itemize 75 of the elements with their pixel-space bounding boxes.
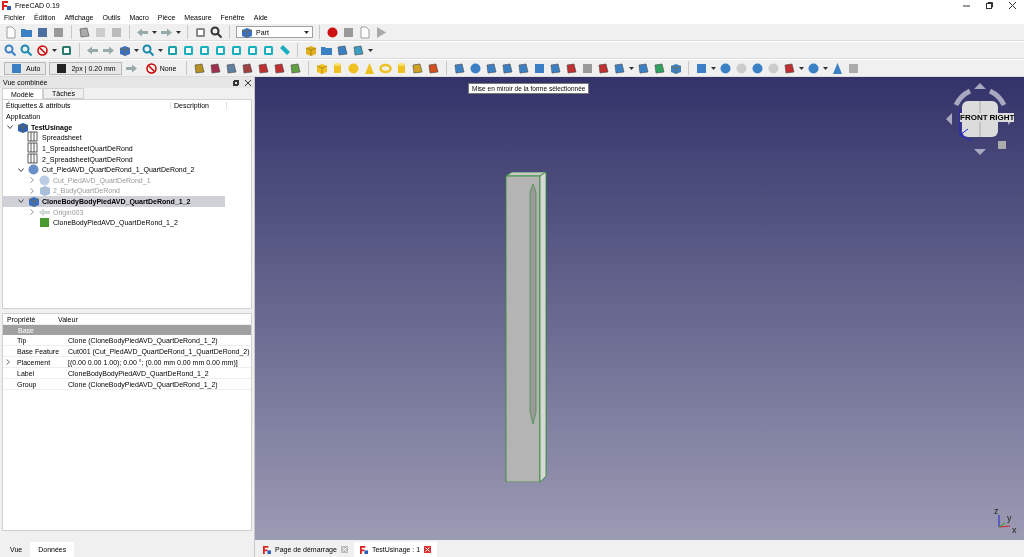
shape-icon[interactable] [289, 61, 303, 75]
app-logo-icon [2, 1, 11, 10]
sphere-icon[interactable] [807, 61, 821, 75]
shape-icon[interactable] [427, 61, 441, 75]
cube-icon[interactable] [304, 43, 317, 57]
minimize-icon[interactable] [963, 2, 970, 9]
caret-icon[interactable] [304, 29, 309, 35]
wire-cube-icon[interactable] [246, 43, 259, 57]
shape-icon[interactable] [565, 61, 579, 75]
shape-icon[interactable] [613, 61, 627, 75]
shape-icon[interactable] [336, 43, 349, 57]
cube-icon[interactable] [240, 25, 253, 39]
wire-cube-icon[interactable] [230, 43, 243, 57]
shape-icon[interactable] [549, 61, 563, 75]
cube-icon[interactable] [669, 61, 683, 75]
app-logo-icon [359, 545, 368, 554]
cube-icon[interactable] [118, 43, 131, 57]
axis-label: z [994, 506, 999, 516]
axis-label: y [1007, 513, 1012, 523]
wire-cube-icon[interactable] [262, 43, 275, 57]
caret-icon[interactable] [629, 65, 635, 71]
circle-icon[interactable] [469, 61, 483, 75]
close-icon[interactable] [1009, 2, 1016, 9]
shape-icon[interactable] [501, 61, 515, 75]
shape-icon[interactable] [273, 61, 287, 75]
shape-icon[interactable] [225, 61, 239, 75]
square-icon[interactable] [55, 61, 69, 75]
cube-face-label: FRONT [960, 113, 988, 122]
caret-icon[interactable] [134, 47, 139, 53]
shape-icon[interactable] [78, 25, 91, 39]
caret-icon[interactable] [368, 47, 373, 53]
caret-icon[interactable] [176, 29, 181, 35]
shape-icon[interactable] [241, 61, 255, 75]
shape-icon[interactable] [352, 43, 365, 57]
wire-cube-icon[interactable] [182, 43, 195, 57]
caret-icon[interactable] [158, 47, 163, 53]
undock-icon[interactable] [233, 79, 239, 86]
caret-icon[interactable] [799, 65, 805, 71]
shape-icon[interactable] [637, 61, 651, 75]
sphere-icon[interactable] [27, 163, 40, 177]
caret-icon[interactable] [152, 29, 157, 35]
sheet-icon [27, 131, 40, 145]
caret-icon[interactable] [52, 47, 57, 53]
page-icon[interactable] [4, 25, 17, 39]
shape-icon[interactable] [597, 61, 611, 75]
no-entry-icon[interactable] [36, 43, 49, 57]
wire-cube-icon[interactable] [60, 43, 73, 57]
shape-icon[interactable] [209, 61, 223, 75]
caret-icon[interactable] [823, 65, 829, 71]
shape-icon[interactable] [653, 61, 667, 75]
sheet-icon [27, 152, 40, 166]
cube-icon[interactable] [16, 120, 29, 134]
shape-icon[interactable] [257, 61, 271, 75]
cone-icon[interactable] [831, 61, 845, 75]
cube-icon[interactable] [27, 194, 40, 208]
shape-icon[interactable] [411, 61, 425, 75]
shape-icon[interactable] [193, 61, 207, 75]
restore-icon[interactable] [986, 2, 993, 9]
shape-icon[interactable] [783, 61, 797, 75]
close-icon[interactable] [245, 79, 251, 86]
sheet-icon [27, 142, 40, 155]
axis-triad-icon [996, 512, 1012, 530]
no-entry-icon[interactable] [144, 61, 158, 75]
shape-icon[interactable] [453, 61, 467, 75]
axis-label: x [1012, 525, 1017, 535]
shape-icon[interactable] [517, 61, 531, 75]
sphere-icon[interactable] [719, 61, 733, 75]
page-icon[interactable] [358, 25, 371, 39]
shape-icon[interactable] [485, 61, 499, 75]
magnifier-icon[interactable] [210, 25, 223, 39]
sphere-icon[interactable] [751, 61, 765, 75]
circle-icon[interactable] [326, 25, 339, 39]
play-icon[interactable] [374, 25, 387, 39]
caret-icon[interactable] [711, 65, 717, 71]
app-logo-icon [263, 545, 271, 554]
